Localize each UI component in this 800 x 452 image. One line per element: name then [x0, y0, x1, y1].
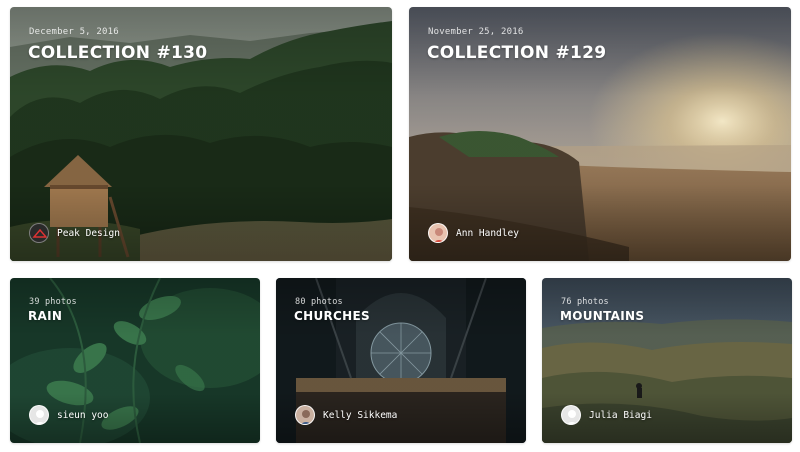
collection-title[interactable]: CHURCHES: [294, 309, 370, 323]
collection-author[interactable]: Julia Biagi: [561, 405, 652, 425]
default-avatar-icon: [29, 405, 49, 425]
collection-date: December 5, 2016: [29, 27, 119, 37]
collection-title[interactable]: COLLECTION #130: [28, 43, 207, 63]
default-avatar-icon: [561, 405, 581, 425]
author-name: sieun yoo: [57, 409, 109, 421]
collection-card-mountains[interactable]: 76 photos MOUNTAINS Julia Biagi: [542, 278, 792, 443]
photo-count: 39 photos: [29, 297, 77, 307]
collection-title[interactable]: RAIN: [28, 309, 62, 323]
author-name: Peak Design: [57, 227, 120, 239]
collection-card-130[interactable]: December 5, 2016 COLLECTION #130 Peak De…: [10, 7, 392, 261]
author-name: Kelly Sikkema: [323, 409, 398, 421]
collection-date: November 25, 2016: [428, 27, 524, 37]
photo-count: 76 photos: [561, 297, 609, 307]
photo-count: 80 photos: [295, 297, 343, 307]
author-name: Julia Biagi: [589, 409, 652, 421]
collection-card-129[interactable]: November 25, 2016 COLLECTION #129 Ann Ha…: [409, 7, 791, 261]
collection-title[interactable]: MOUNTAINS: [560, 309, 644, 323]
collection-author[interactable]: sieun yoo: [29, 405, 108, 425]
collection-card-rain[interactable]: 39 photos RAIN sieun yoo: [10, 278, 260, 443]
peak-design-logo-icon: [29, 223, 49, 243]
user-avatar-icon: [295, 405, 315, 425]
collection-card-churches[interactable]: 80 photos CHURCHES Kelly Sikkema: [276, 278, 526, 443]
collection-author[interactable]: Peak Design: [29, 223, 120, 243]
collection-author[interactable]: Ann Handley: [428, 223, 519, 243]
collection-author[interactable]: Kelly Sikkema: [295, 405, 397, 425]
author-name: Ann Handley: [456, 227, 519, 239]
collection-title[interactable]: COLLECTION #129: [427, 43, 606, 63]
user-avatar-icon: [428, 223, 448, 243]
